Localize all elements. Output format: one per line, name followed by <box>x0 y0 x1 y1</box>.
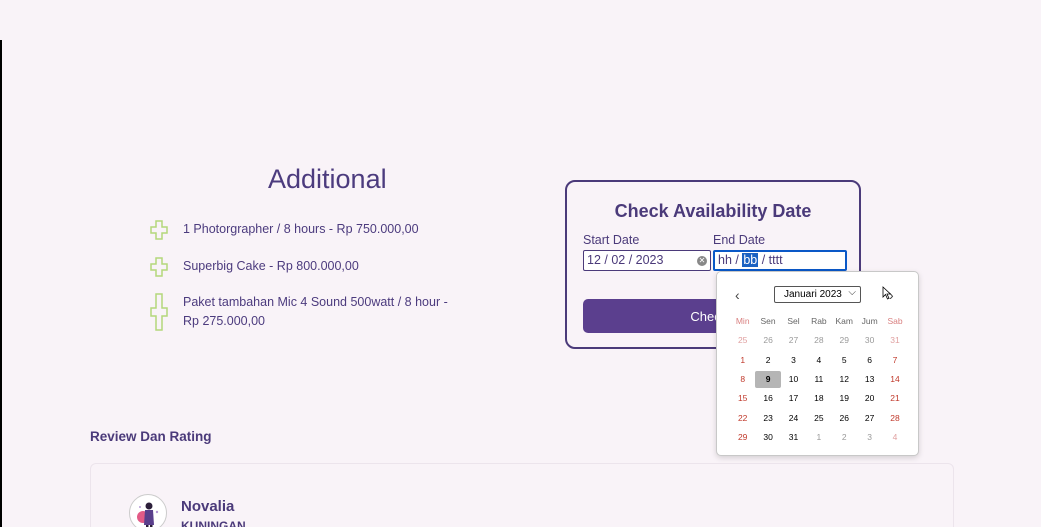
end-date-input[interactable]: hh / bb / tttt <box>713 250 847 271</box>
calendar-day[interactable]: 11 <box>806 371 831 388</box>
calendar-day[interactable]: 21 <box>882 390 907 407</box>
chevron-down-icon: ⌵ <box>848 287 856 298</box>
calendar-day[interactable]: 12 <box>832 371 857 388</box>
calendar-day[interactable]: 2 <box>755 352 780 369</box>
availability-title: Check Availability Date <box>614 201 812 221</box>
calendar-day[interactable]: 25 <box>806 410 831 427</box>
calendar-day[interactable]: 31 <box>882 332 907 349</box>
weekday: Rab <box>811 316 827 327</box>
calendar-week: 22 23 24 25 26 27 28 <box>730 408 910 427</box>
calendar-day[interactable]: 22 <box>730 410 755 427</box>
end-date-label: End Date <box>713 233 766 247</box>
calendar-day[interactable]: 13 <box>857 371 882 388</box>
calendar-day[interactable]: 1 <box>730 352 755 369</box>
review-section-title: Review Dan Rating <box>90 429 212 444</box>
additional-item-text: Superbig Cake - Rp 800.000,00 <box>183 259 359 273</box>
plus-outline-icon <box>150 293 168 331</box>
avatar-illustration <box>137 502 159 527</box>
calendar-day[interactable]: 5 <box>832 352 857 369</box>
calendar-week: 29 30 31 1 2 3 4 <box>730 428 910 447</box>
start-date-label: Start Date <box>583 233 640 247</box>
chevron-left-icon[interactable]: ‹ <box>735 287 740 303</box>
month-year-select[interactable]: Januari 2023 ⌵ <box>774 286 861 303</box>
calendar-day-selected[interactable]: 9 <box>755 371 781 389</box>
calendar-day[interactable]: 6 <box>857 352 882 369</box>
mouse-cursor-icon <box>882 286 892 300</box>
calendar-week: 8 9 10 11 12 13 14 <box>730 370 910 389</box>
additional-item: Superbig Cake - Rp 800.000,00 <box>150 257 458 277</box>
calendar-grid: Min Sen Sel Rab Kam Jum Sab 25 26 27 28 … <box>730 312 910 447</box>
plus-outline-icon <box>150 220 168 240</box>
calendar-day[interactable]: 10 <box>781 371 806 388</box>
calendar-day[interactable]: 19 <box>832 390 857 407</box>
calendar-day[interactable]: 4 <box>806 352 831 369</box>
calendar-day[interactable]: 14 <box>882 371 907 388</box>
calendar-day[interactable]: 8 <box>730 371 755 388</box>
plus-outline-icon <box>150 257 168 277</box>
weekday: Jum <box>861 316 878 327</box>
review-card: Novalia KUNINGAN <box>90 463 954 527</box>
weekday: Sen <box>760 316 776 327</box>
calendar-day[interactable]: 28 <box>806 332 831 349</box>
calendar-week: 1 2 3 4 5 6 7 <box>730 351 910 370</box>
calendar-weeks: 25 26 27 28 29 30 31 1 2 3 4 5 6 7 8 9 1… <box>730 331 910 447</box>
clear-icon[interactable]: ✕ <box>697 256 707 266</box>
month-year-label: Januari 2023 <box>784 289 842 300</box>
calendar-day[interactable]: 29 <box>730 429 755 446</box>
calendar-day[interactable]: 2 <box>832 429 857 446</box>
additional-item-text: Paket tambahan Mic 4 Sound 500watt / 8 h… <box>183 295 448 328</box>
calendar-day[interactable]: 17 <box>781 390 806 407</box>
calendar-day[interactable]: 27 <box>857 410 882 427</box>
end-day: hh <box>718 253 732 267</box>
window-edge <box>0 40 2 527</box>
additional-title: Additional <box>268 164 387 194</box>
start-day: 12 <box>587 253 601 267</box>
calendar-day[interactable]: 3 <box>781 352 806 369</box>
calendar-day[interactable]: 30 <box>857 332 882 349</box>
start-year: 2023 <box>635 253 664 267</box>
calendar-day[interactable]: 1 <box>806 429 831 446</box>
reviewer-city: KUNINGAN <box>181 519 246 527</box>
calendar-day[interactable]: 16 <box>755 390 780 407</box>
calendar-day[interactable]: 4 <box>882 429 907 446</box>
calendar-week: 15 16 17 18 19 20 21 <box>730 389 910 408</box>
calendar-day[interactable]: 18 <box>806 390 831 407</box>
calendar-day[interactable]: 23 <box>755 410 780 427</box>
calendar-day[interactable]: 30 <box>755 429 780 446</box>
weekday: Sab <box>887 316 903 327</box>
end-year: tttt <box>768 253 783 267</box>
weekday: Min <box>735 316 750 327</box>
avatar <box>129 494 167 527</box>
reviewer-name: Novalia <box>181 498 235 515</box>
additional-item-text: 1 Photorgrapher / 8 hours - Rp 750.000,0… <box>183 222 419 236</box>
calendar-day[interactable]: 20 <box>857 390 882 407</box>
calendar-day[interactable]: 31 <box>781 429 806 446</box>
additional-item: Paket tambahan Mic 4 Sound 500watt / 8 h… <box>150 293 458 331</box>
weekday: Kam <box>835 316 853 327</box>
end-month: bb <box>742 253 759 267</box>
start-month: 02 <box>611 253 626 267</box>
calendar-day[interactable]: 26 <box>832 410 857 427</box>
start-date-input[interactable]: 12 / 02 / 2023 ✕ <box>583 250 711 271</box>
calendar-day[interactable]: 26 <box>755 332 780 349</box>
calendar-day[interactable]: 28 <box>882 410 907 427</box>
calendar-day[interactable]: 25 <box>730 332 755 349</box>
calendar-day[interactable]: 15 <box>730 390 755 407</box>
calendar-day[interactable]: 29 <box>832 332 857 349</box>
additional-item: 1 Photorgrapher / 8 hours - Rp 750.000,0… <box>150 220 458 240</box>
weekday-header: Min Sen Sel Rab Kam Jum Sab <box>730 312 910 331</box>
weekday: Sel <box>787 316 800 327</box>
calendar-week: 25 26 27 28 29 30 31 <box>730 331 910 350</box>
calendar-day[interactable]: 3 <box>857 429 882 446</box>
calendar-day[interactable]: 7 <box>882 352 907 369</box>
calendar-day[interactable]: 24 <box>781 410 806 427</box>
calendar-day[interactable]: 27 <box>781 332 806 349</box>
